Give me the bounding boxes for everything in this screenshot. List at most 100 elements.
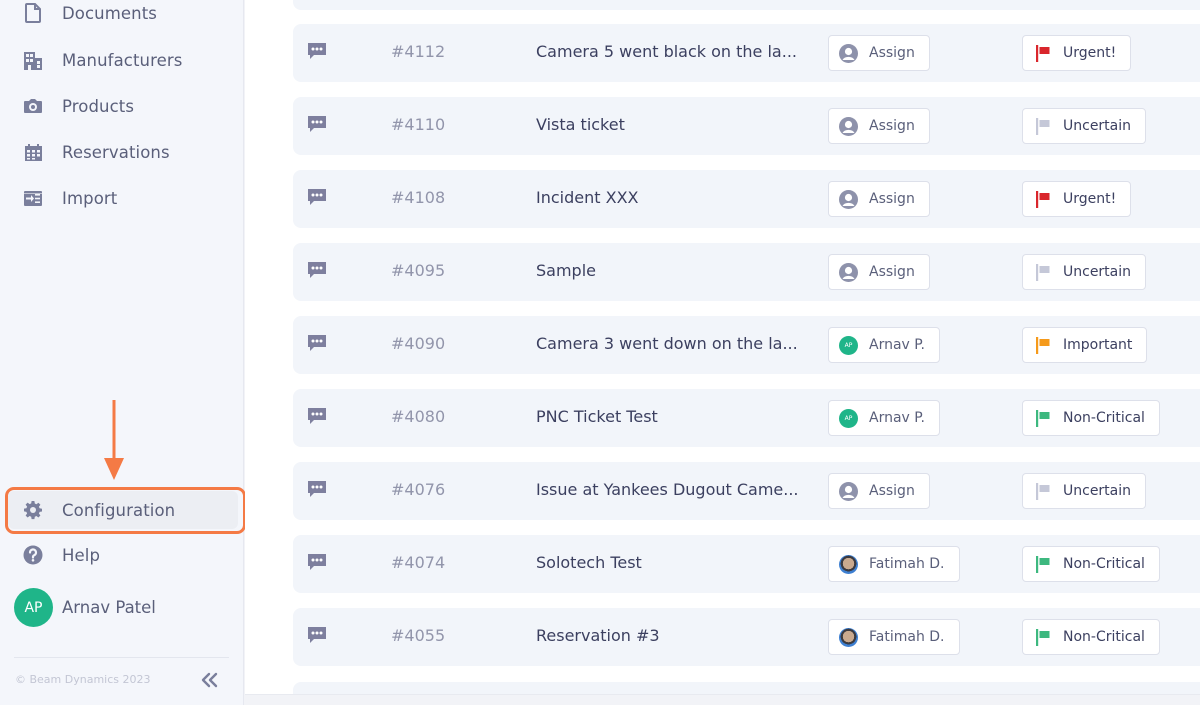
chat-icon[interactable] (307, 406, 327, 426)
ticket-title[interactable]: PNC Ticket Test (536, 407, 816, 426)
ticket-title[interactable]: Sample (536, 261, 816, 280)
assign-button[interactable]: Assign (828, 35, 930, 71)
table-row[interactable]: #4080 PNC Ticket Test AP Arnav P. Non-Cr… (293, 389, 1200, 447)
assignee-button[interactable]: AP Arnav P. (828, 400, 940, 436)
ticket-title[interactable]: Camera 5 went black on the la... (536, 42, 816, 61)
flag-icon (1033, 409, 1052, 428)
assign-button[interactable]: Assign (828, 108, 930, 144)
priority-label: Uncertain (1063, 118, 1132, 134)
priority-button[interactable]: Uncertain (1022, 473, 1147, 509)
copyright-text: © Beam Dynamics 2023 (15, 673, 151, 686)
camera-icon (22, 95, 44, 117)
priority-button[interactable]: Uncertain (1022, 108, 1147, 144)
chat-icon[interactable] (307, 625, 327, 645)
ticket-id[interactable]: #4076 (391, 480, 445, 499)
ticket-list: #4112 Camera 5 went black on the la... A… (245, 0, 1200, 705)
table-row[interactable]: #4090 Camera 3 went down on the la... AP… (293, 316, 1200, 374)
building-icon (22, 49, 44, 71)
priority-button[interactable]: Urgent! (1022, 35, 1132, 71)
ticket-id[interactable]: #4108 (391, 188, 445, 207)
flag-icon (1033, 482, 1052, 501)
assignee-label: Assign (869, 483, 915, 499)
assignee-label: Assign (869, 118, 915, 134)
assignee-photo-avatar (839, 554, 858, 574)
priority-label: Uncertain (1063, 483, 1132, 499)
flag-icon (1033, 190, 1052, 209)
chat-icon[interactable] (307, 187, 327, 207)
chat-icon[interactable] (307, 41, 327, 61)
user-profile[interactable]: AP Arnav Patel (14, 588, 156, 627)
table-row[interactable]: #4110 Vista ticket Assign Uncertain (293, 97, 1200, 155)
sidebar-item-help[interactable]: Help (8, 536, 238, 574)
table-row[interactable]: #4108 Incident XXX Assign Urgent! (293, 170, 1200, 228)
assignee-button[interactable]: Fatimah D. (828, 619, 960, 655)
priority-label: Non-Critical (1063, 629, 1145, 645)
assignee-button[interactable]: AP Arnav P. (828, 327, 940, 363)
priority-label: Non-Critical (1063, 410, 1145, 426)
table-row[interactable]: #4055 Reservation #3 Fatimah D. Non-Crit… (293, 608, 1200, 666)
avatar-initials: AP (839, 335, 858, 355)
ticket-title[interactable]: Issue at Yankees Dugout Came... (536, 480, 816, 499)
document-icon (22, 2, 44, 24)
priority-label: Important (1063, 337, 1133, 353)
priority-button[interactable]: Non-Critical (1022, 400, 1160, 436)
ticket-id[interactable]: #4090 (391, 334, 445, 353)
chat-icon[interactable] (307, 260, 327, 280)
ticket-id[interactable]: #4074 (391, 553, 445, 572)
assignee-photo-avatar (839, 627, 858, 647)
priority-button[interactable]: Uncertain (1022, 254, 1147, 290)
table-row[interactable]: #4074 Solotech Test Fatimah D. Non-Criti… (293, 535, 1200, 593)
priority-button[interactable]: Non-Critical (1022, 619, 1160, 655)
chat-icon[interactable] (307, 552, 327, 572)
assignee-label: Assign (869, 45, 915, 61)
assignee-label: Assign (869, 264, 915, 280)
ticket-title[interactable]: Incident XXX (536, 188, 816, 207)
ticket-id[interactable]: #4055 (391, 626, 445, 645)
assign-button[interactable]: Assign (828, 181, 930, 217)
user-placeholder-icon (839, 116, 858, 136)
sidebar-item-documents[interactable]: Documents (8, 0, 238, 32)
sidebar-item-reservations[interactable]: Reservations (8, 133, 238, 171)
assign-button[interactable]: Assign (828, 473, 930, 509)
table-row[interactable]: #4076 Issue at Yankees Dugout Came... As… (293, 462, 1200, 520)
ticket-title[interactable]: Camera 3 went down on the la... (536, 334, 816, 353)
table-row[interactable]: #4112 Camera 5 went black on the la... A… (293, 24, 1200, 82)
assignee-avatar: AP (839, 408, 858, 428)
avatar: AP (14, 588, 53, 627)
chat-icon[interactable] (307, 114, 327, 134)
sidebar-item-manufacturers[interactable]: Manufacturers (8, 41, 238, 79)
double-chevron-left-icon[interactable] (200, 671, 220, 689)
ticket-id[interactable]: #4110 (391, 115, 445, 134)
flag-icon (1033, 555, 1052, 574)
user-placeholder-icon (839, 262, 858, 282)
sidebar-item-label: Configuration (62, 500, 176, 520)
table-row[interactable]: #4095 Sample Assign Uncertain (293, 243, 1200, 301)
priority-button[interactable]: Non-Critical (1022, 546, 1160, 582)
sidebar-item-products[interactable]: Products (8, 87, 238, 125)
assignee-avatar: AP (839, 335, 858, 355)
chat-icon[interactable] (307, 333, 327, 353)
priority-button[interactable]: Important (1022, 327, 1148, 363)
assignee-label: Arnav P. (869, 337, 925, 353)
priority-label: Uncertain (1063, 264, 1132, 280)
assign-button[interactable]: Assign (828, 254, 930, 290)
user-placeholder-icon (839, 189, 858, 209)
table-row-partial (293, 682, 1200, 694)
priority-button[interactable]: Urgent! (1022, 181, 1132, 217)
user-placeholder-icon (839, 481, 858, 501)
assignee-label: Arnav P. (869, 410, 925, 426)
ticket-title[interactable]: Reservation #3 (536, 626, 816, 645)
ticket-id[interactable]: #4112 (391, 42, 445, 61)
ticket-title[interactable]: Solotech Test (536, 553, 816, 572)
assignee-button[interactable]: Fatimah D. (828, 546, 960, 582)
chat-icon[interactable] (307, 479, 327, 499)
ticket-title[interactable]: Vista ticket (536, 115, 816, 134)
sidebar-item-import[interactable]: Import (8, 179, 238, 217)
sidebar-item-configuration[interactable]: Configuration (8, 491, 238, 529)
ticket-id[interactable]: #4080 (391, 407, 445, 426)
sidebar: Documents Manufacturers Products Reserva… (0, 0, 246, 705)
ticket-id[interactable]: #4095 (391, 261, 445, 280)
user-placeholder-icon (839, 43, 858, 63)
flag-icon (1033, 117, 1052, 136)
priority-label: Urgent! (1063, 191, 1117, 207)
